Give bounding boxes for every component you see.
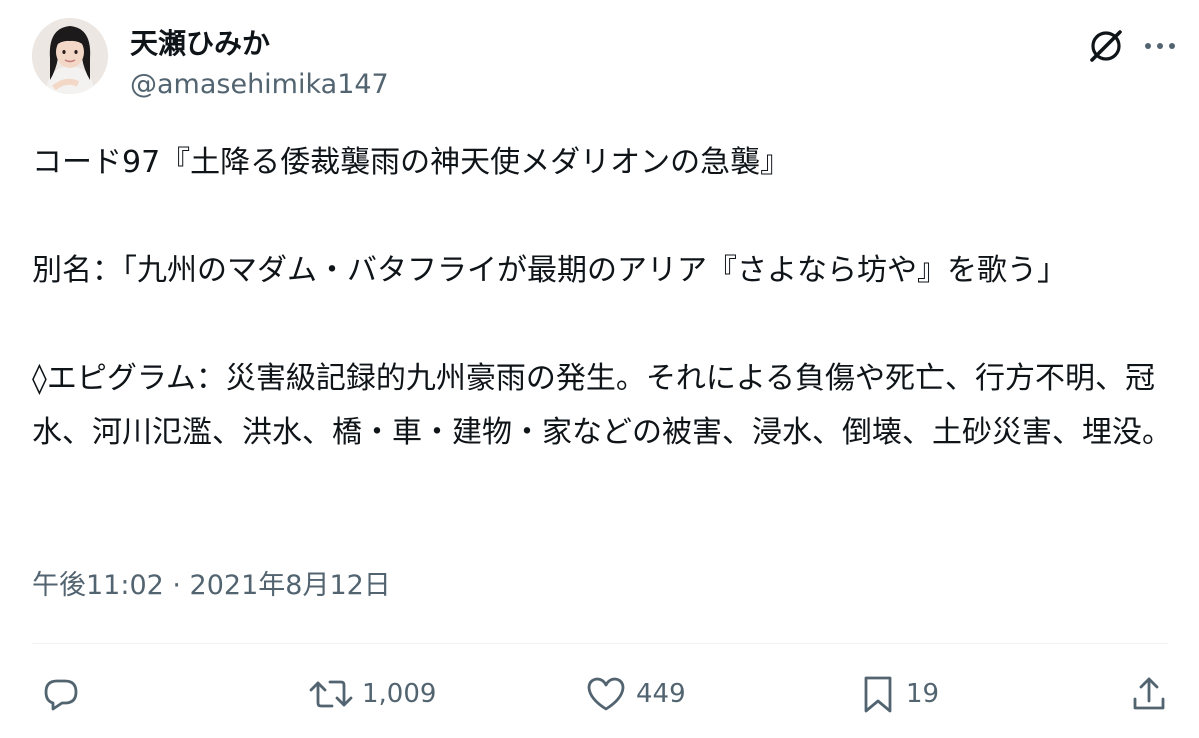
more-options-button[interactable] [1140, 28, 1180, 64]
bookmark-button[interactable]: 19 [858, 670, 939, 718]
tweet-line-alias: 別名：「九州のマダム・バタフライが最期のアリア『さよなら坊や』を歌う」 [32, 253, 1067, 288]
tweet-line-code: コード97『土降る倭裁襲雨の神天使メダリオンの急襲』 [32, 145, 791, 180]
reply-button[interactable] [40, 670, 82, 718]
share-upload-icon [1133, 677, 1165, 710]
grok-slash-circle-icon [1090, 30, 1122, 62]
tweet-timestamp[interactable]: 午後11:02 · 2021年8月12日 [32, 566, 391, 606]
retweet-button[interactable]: 1,009 [308, 670, 436, 718]
grok-button[interactable] [1086, 26, 1126, 66]
bookmark-count: 19 [906, 679, 940, 709]
user-handle[interactable]: @amasehimika147 [130, 68, 389, 102]
retweet-arrows-icon [309, 680, 353, 708]
tweet-card: 天瀬ひみか @amasehimika147 コード97『土降る倭裁襲雨の神天使メ… [0, 0, 1199, 738]
tweet-text: コード97『土降る倭裁襲雨の神天使メダリオンの急襲』 別名：「九州のマダム・バタ… [32, 136, 1172, 460]
bookmark-icon [864, 676, 892, 713]
more-dots-icon [1145, 43, 1175, 49]
share-button[interactable] [1128, 670, 1170, 718]
avatar[interactable] [32, 18, 108, 94]
like-count: 449 [636, 679, 686, 709]
avatar-image [32, 18, 108, 94]
display-name[interactable]: 天瀬ひみか [130, 26, 270, 62]
divider [32, 643, 1168, 644]
tweet-line-epigram: ◊エピグラム：災害級記録的九州豪雨の発生。それによる負傷や死亡、行方不明、冠水、… [32, 361, 1172, 450]
reply-bubble-icon [44, 679, 78, 711]
like-button[interactable]: 449 [584, 670, 686, 718]
retweet-count: 1,009 [362, 679, 437, 709]
heart-icon [587, 677, 625, 711]
